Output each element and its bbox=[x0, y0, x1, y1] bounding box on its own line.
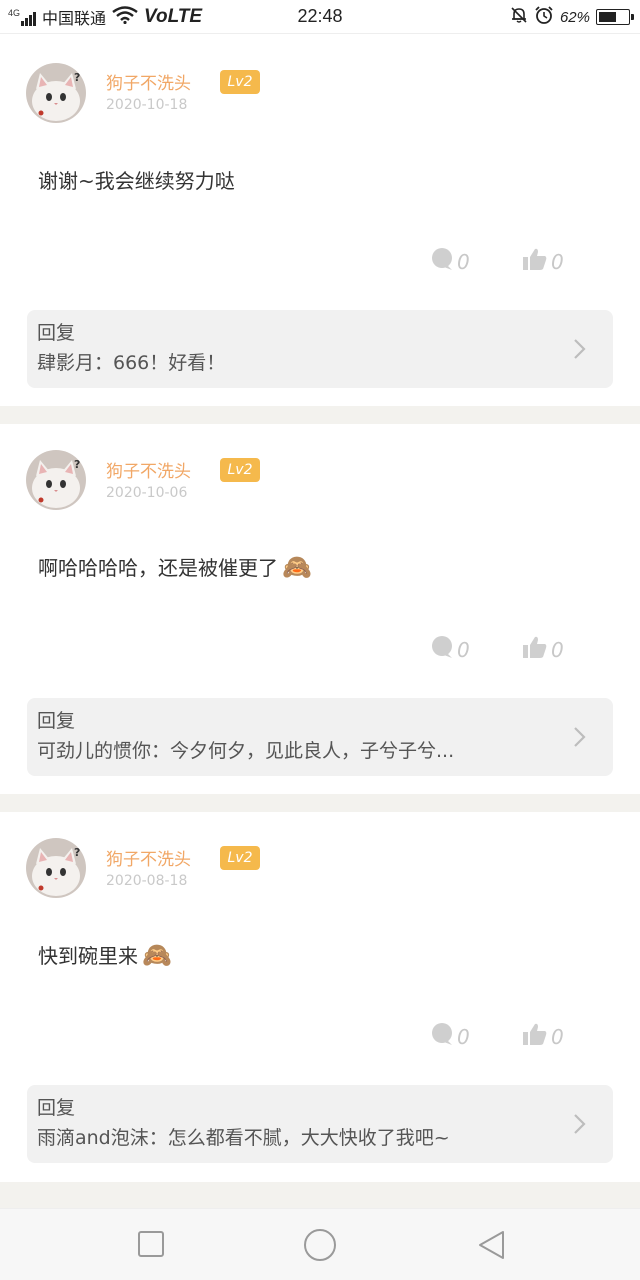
thumbs-up-icon bbox=[522, 247, 548, 276]
alarm-icon bbox=[534, 5, 554, 29]
like-count: 0 bbox=[551, 249, 564, 274]
card-separator bbox=[0, 406, 640, 424]
reply-box[interactable]: 回复 可劲儿的惯你：今夕何夕，见此良人，子兮子兮... bbox=[27, 698, 613, 776]
comment-text: 啊哈哈哈哈，还是被催更了 bbox=[38, 556, 278, 580]
comment-action[interactable]: 0 bbox=[430, 247, 470, 276]
comment-count: 0 bbox=[457, 1024, 470, 1049]
battery-icon bbox=[596, 9, 634, 25]
reply-label: 回复 bbox=[37, 710, 76, 732]
comment-date: 2020-10-18 bbox=[106, 97, 188, 113]
navigation-bar bbox=[0, 1208, 640, 1280]
reply-text: 肆影月：666！好看！ bbox=[37, 352, 226, 374]
comment-content: 啊哈哈哈哈，还是被催更了 🙈 bbox=[38, 552, 312, 581]
status-bar: 4G 中国联通 VoLTE 22:48 62% bbox=[0, 0, 640, 34]
like-action[interactable]: 0 bbox=[522, 635, 564, 664]
svg-text:?: ? bbox=[74, 846, 80, 859]
triangle-back-icon[interactable] bbox=[477, 1229, 507, 1265]
reply-label: 回复 bbox=[37, 1097, 76, 1119]
speech-bubble-icon bbox=[430, 247, 454, 276]
comment-date: 2020-10-06 bbox=[106, 485, 188, 501]
monkey-emoji-icon: 🙈 bbox=[282, 552, 312, 581]
level-badge: Lv2 bbox=[220, 70, 260, 94]
reply-box[interactable]: 回复 肆影月：666！好看！ bbox=[27, 310, 613, 388]
chevron-right-icon bbox=[573, 1113, 587, 1139]
wifi-icon bbox=[112, 5, 138, 29]
svg-text:?: ? bbox=[74, 458, 80, 471]
monkey-emoji-icon: 🙈 bbox=[142, 940, 172, 969]
battery-percent: 62% bbox=[559, 8, 590, 26]
signal-icon: 4G bbox=[8, 8, 37, 26]
comment-card: ? 狗子不洗头 Lv2 2020-08-18 快到碗里来 🙈 0 0 回复 雨滴… bbox=[0, 812, 640, 1182]
comment-count: 0 bbox=[457, 249, 470, 274]
comment-content: 快到碗里来 🙈 bbox=[38, 940, 172, 969]
comment-card: ? 狗子不洗头 Lv2 2020-10-18 谢谢~我会继续努力哒 0 0 回复… bbox=[0, 35, 640, 406]
reply-text: 雨滴and泡沫：怎么都看不腻，大大快收了我吧~ bbox=[37, 1127, 450, 1149]
level-badge: Lv2 bbox=[220, 846, 260, 870]
reply-text: 可劲儿的惯你：今夕何夕，见此良人，子兮子兮... bbox=[37, 740, 455, 762]
reply-box[interactable]: 回复 雨滴and泡沫：怎么都看不腻，大大快收了我吧~ bbox=[27, 1085, 613, 1163]
status-right: 62% bbox=[510, 0, 634, 34]
like-action[interactable]: 0 bbox=[522, 1022, 564, 1051]
reply-label: 回复 bbox=[37, 322, 76, 344]
avatar[interactable]: ? bbox=[26, 838, 86, 898]
like-count: 0 bbox=[551, 1024, 564, 1049]
svg-text:?: ? bbox=[74, 71, 80, 84]
like-action[interactable]: 0 bbox=[522, 247, 564, 276]
avatar[interactable]: ? bbox=[26, 63, 86, 123]
username[interactable]: 狗子不洗头 bbox=[106, 69, 191, 94]
card-separator bbox=[0, 794, 640, 812]
volte-indicator: VoLTE bbox=[144, 6, 203, 27]
comment-content: 谢谢~我会继续努力哒 bbox=[38, 165, 235, 194]
username[interactable]: 狗子不洗头 bbox=[106, 845, 191, 870]
like-count: 0 bbox=[551, 637, 564, 662]
level-badge: Lv2 bbox=[220, 458, 260, 482]
card-separator bbox=[0, 1182, 640, 1208]
speech-bubble-icon bbox=[430, 1022, 454, 1051]
status-left: 4G 中国联通 VoLTE bbox=[8, 0, 202, 34]
chevron-right-icon bbox=[573, 338, 587, 364]
comment-text: 谢谢~我会继续努力哒 bbox=[38, 169, 235, 193]
circle-icon[interactable] bbox=[303, 1228, 337, 1266]
square-icon[interactable] bbox=[137, 1229, 165, 1263]
comment-date: 2020-08-18 bbox=[106, 873, 188, 889]
battery-fill bbox=[599, 12, 616, 22]
comment-card: ? 狗子不洗头 Lv2 2020-10-06 啊哈哈哈哈，还是被催更了 🙈 0 … bbox=[0, 424, 640, 794]
thumbs-up-icon bbox=[522, 635, 548, 664]
speech-bubble-icon bbox=[430, 635, 454, 664]
thumbs-up-icon bbox=[522, 1022, 548, 1051]
bell-mute-icon bbox=[510, 6, 528, 28]
avatar[interactable]: ? bbox=[26, 450, 86, 510]
network-type: 4G bbox=[8, 8, 21, 18]
comment-action[interactable]: 0 bbox=[430, 635, 470, 664]
comment-text: 快到碗里来 bbox=[38, 944, 138, 968]
comment-action[interactable]: 0 bbox=[430, 1022, 470, 1051]
username[interactable]: 狗子不洗头 bbox=[106, 457, 191, 482]
chevron-right-icon bbox=[573, 726, 587, 752]
carrier-name: 中国联通 bbox=[42, 11, 107, 28]
comment-count: 0 bbox=[457, 637, 470, 662]
